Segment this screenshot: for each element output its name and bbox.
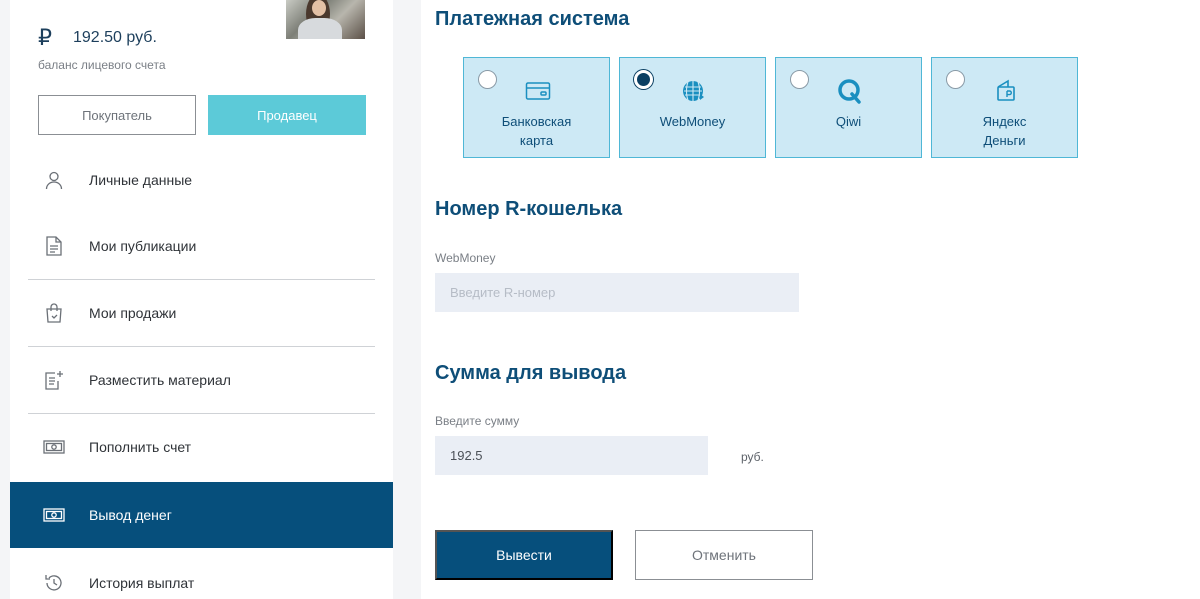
withdraw-form: Платежная система Банковская карта WebMo…: [421, 0, 1200, 599]
balance-caption: баланс лицевого счета: [38, 58, 166, 72]
wallet-label: WebMoney: [435, 251, 496, 265]
sidebar-item-label: Мои продажи: [89, 305, 177, 321]
payment-system-title: Платежная система: [435, 8, 630, 30]
balance: ₽ 192.50 руб.: [38, 26, 157, 50]
ruble-icon: ₽: [38, 25, 52, 50]
sidebar-item-label: Разместить материал: [89, 372, 231, 388]
banknote-icon: [43, 436, 65, 458]
seller-role-button[interactable]: Продавец: [208, 95, 366, 135]
radio-button-selected[interactable]: [634, 70, 653, 89]
sidebar-item-label: История выплат: [89, 575, 195, 591]
withdraw-button[interactable]: Вывести: [435, 530, 613, 580]
add-document-icon: [43, 369, 65, 391]
payment-option-label: Банковская карта: [501, 114, 572, 148]
sidebar-item-my-publications[interactable]: Мои публикации: [10, 213, 393, 279]
amount-unit: руб.: [741, 450, 764, 464]
payment-option-label: Яндекс Деньги: [982, 114, 1027, 148]
payment-option-yandex-money[interactable]: Яндекс Деньги: [931, 57, 1078, 158]
bank-card-icon: [525, 78, 551, 104]
sidebar-item-top-up[interactable]: Пополнить счет: [10, 414, 393, 480]
payment-option-qiwi[interactable]: Qiwi: [775, 57, 922, 158]
sidebar-item-my-sales[interactable]: Мои продажи: [10, 280, 393, 346]
radio-button[interactable]: [790, 70, 809, 89]
history-icon: [43, 572, 65, 594]
balance-amount: 192.50 руб.: [73, 29, 157, 46]
sidebar-item-label: Личные данные: [89, 172, 193, 188]
left-gutter: [0, 0, 10, 599]
wallet-number-input[interactable]: [435, 273, 799, 312]
webmoney-icon: [681, 78, 707, 104]
payment-option-webmoney[interactable]: WebMoney: [619, 57, 766, 158]
banknote-icon: [43, 504, 65, 526]
sidebar-item-label: Мои публикации: [89, 238, 197, 254]
sidebar-item-personal-data[interactable]: Личные данные: [10, 147, 393, 213]
payment-option-label: Qiwi: [835, 114, 862, 129]
wallet-title: Номер R-кошелька: [435, 198, 623, 220]
cancel-button[interactable]: Отменить: [635, 530, 813, 580]
avatar[interactable]: [286, 0, 365, 39]
sidebar: ₽ 192.50 руб. баланс лицевого счета Поку…: [10, 0, 393, 599]
qiwi-icon: [837, 78, 863, 104]
sidebar-item-withdraw[interactable]: Вывод денег: [10, 482, 393, 548]
content-gutter: [393, 0, 421, 599]
user-icon: [43, 169, 65, 191]
sidebar-item-payout-history[interactable]: История выплат: [10, 550, 393, 599]
payment-option-label: WebMoney: [659, 114, 726, 129]
radio-button[interactable]: [478, 70, 497, 89]
yandex-money-icon: [993, 78, 1019, 104]
amount-label: Введите сумму: [435, 414, 520, 428]
amount-title: Сумма для вывода: [435, 362, 627, 384]
buyer-role-button[interactable]: Покупатель: [38, 95, 196, 135]
sidebar-item-post-material[interactable]: Разместить материал: [10, 347, 393, 413]
sidebar-item-label: Вывод денег: [89, 507, 172, 523]
document-icon: [43, 235, 65, 257]
sidebar-item-label: Пополнить счет: [89, 439, 192, 455]
payment-option-bank-card[interactable]: Банковская карта: [463, 57, 610, 158]
shopping-bag-icon: [43, 302, 65, 324]
radio-button[interactable]: [946, 70, 965, 89]
amount-input[interactable]: [435, 436, 708, 475]
